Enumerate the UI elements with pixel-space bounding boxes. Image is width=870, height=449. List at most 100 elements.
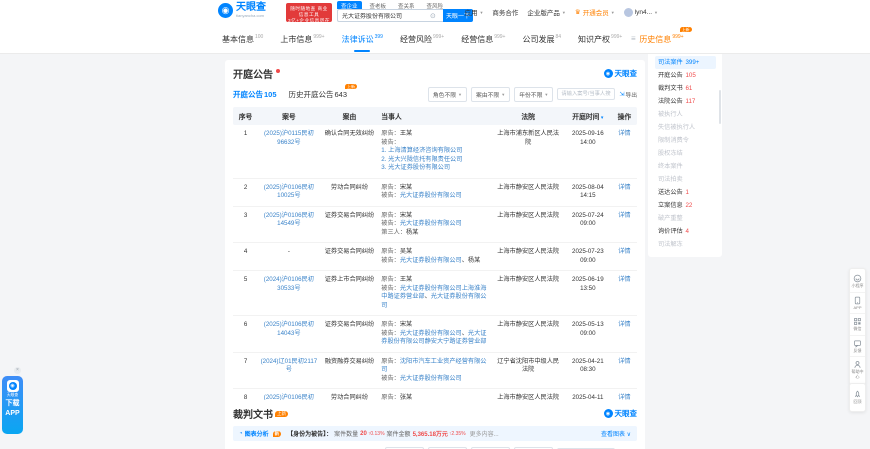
party-company-link[interactable]: 光大证券股份有限公司 — [400, 192, 462, 199]
party-line: 被告：光大证券股份有限公司 — [381, 192, 490, 201]
column-header-序号: 序号 — [238, 114, 253, 121]
party-role-label: 原告： — [381, 357, 400, 365]
party-company-link[interactable]: 光大证券股份有限公司 — [400, 220, 462, 227]
detail-link[interactable]: 详情 — [618, 248, 630, 255]
party-role-label: 被告： — [381, 256, 400, 264]
nav-item-商务合作[interactable]: 商务合作 — [492, 7, 518, 17]
promo-banner[interactable]: 随时随地查 商业信息工具 3亿+企业信息尽在掌握 — [286, 3, 332, 22]
case-cause: 确认合同无效纠纷 — [324, 130, 375, 137]
view-chart-link[interactable]: 查看图表 ∨ — [601, 429, 631, 438]
sidebar-item-司法案件[interactable]: 司法案件 399+ — [655, 56, 716, 69]
filter-search-input[interactable] — [557, 88, 616, 100]
detail-link[interactable]: 详情 — [618, 184, 630, 191]
export-button[interactable]: ⇲ 导出 — [619, 90, 637, 99]
tab-经营风险[interactable]: 经营风险999+ — [400, 26, 444, 53]
tab-label: 基本信息 — [222, 34, 254, 44]
toolbar-APP[interactable]: APP — [850, 293, 865, 314]
sidebar-item-立案信息[interactable]: 立案信息 22 — [655, 199, 716, 212]
tab-经营信息[interactable]: 经营信息999+ — [461, 26, 505, 53]
toolbar-微信[interactable]: 微信 — [850, 314, 865, 336]
scan-icon[interactable]: ⊙ — [430, 12, 436, 20]
sidebar-item-开庭公告[interactable]: 开庭公告 105 — [655, 69, 716, 82]
party-company-link[interactable]: 光大证券股份有限公司 — [400, 375, 462, 382]
table-row: 5 (2024)沪0106民初30533号 证券上市合同纠纷 原告：王某 被告：光大证券… — [233, 271, 637, 316]
party-line: 被告：光大证券股份有限公司上海淮海中路证券营业部、光大证券股份有限公司 — [381, 285, 490, 311]
party-company-link[interactable]: 3. 光大证券股份有限公司 — [381, 164, 450, 171]
detail-link[interactable]: 详情 — [618, 212, 630, 219]
search-tab-查老板[interactable]: 查老板 — [366, 1, 391, 10]
court-name: 上海市静安区人民法院 — [497, 211, 560, 219]
party-company-link[interactable]: 1. 上海清算经济咨询有限公司 — [381, 147, 462, 154]
sidebar-item-询价评估[interactable]: 询价评估 4 — [655, 225, 716, 238]
tab-上市信息[interactable]: 上市信息999+ — [280, 26, 324, 53]
detail-link[interactable]: 详情 — [618, 358, 630, 365]
nav-item-应用[interactable]: ▦ 应用 ▼ — [457, 7, 484, 18]
tab-法律诉讼[interactable]: 法律诉讼399 — [342, 26, 383, 53]
party-company-link[interactable]: 2. 光大兴陇信托有限责任公司 — [381, 156, 462, 163]
case-number: (2025)沪0106民初14043号 — [258, 316, 320, 352]
nav-item-企业版产品[interactable]: 企业版产品 ▼ — [527, 7, 565, 18]
search-tab-查关系[interactable]: 查关系 — [394, 1, 419, 10]
filter-年份不限[interactable]: 年份不限 ▼ — [514, 86, 554, 102]
tianyancha-logo[interactable]: ◉ 天眼查 tianyancha.com — [218, 3, 266, 18]
nav-item-开通会员[interactable]: ♛ 开通会员 ▼ — [575, 7, 615, 17]
sidebar-item-裁判文书[interactable]: 裁判文书 61 — [655, 82, 716, 95]
subtab-count: 105 — [264, 89, 277, 99]
tab-基本信息[interactable]: 基本信息100 — [222, 26, 263, 53]
row-index: 6 — [243, 321, 248, 328]
vip-icon: ♛ — [574, 9, 581, 16]
chart-analysis-link[interactable]: ◔ 图表分析 新 — [239, 429, 282, 438]
party-company-link[interactable]: 光大证券股份有限公司 — [400, 257, 462, 264]
sidebar-item-送达公告[interactable]: 送达公告 1 — [655, 186, 716, 199]
detail-link[interactable]: 详情 — [618, 276, 630, 283]
nav-item-label: 开通会员 — [582, 10, 609, 17]
nav-item-lyn4...[interactable]: lyn4... ▼ — [623, 7, 658, 17]
menu-icon[interactable]: ≡ — [631, 34, 636, 43]
app-download-card[interactable]: ◉ 天眼查 下载 APP — [2, 376, 23, 434]
case-number-link[interactable]: (2025)沪0106民初14549号 — [264, 212, 314, 228]
party-person: 吴某 — [399, 248, 413, 255]
tab-知识产权[interactable]: 知识产权999+ — [578, 26, 622, 53]
case-cause: 证券交易合同纠纷 — [324, 211, 375, 219]
filter-label: 角色不限 — [432, 92, 457, 99]
subtab-开庭公告[interactable]: 开庭公告105 — [233, 89, 277, 100]
detail-link[interactable]: 详情 — [618, 321, 630, 328]
back-to-top[interactable]: 回顶 — [849, 383, 866, 412]
toolbar-帮助中心[interactable]: 帮助中心 — [850, 357, 865, 382]
sidebar-scrollbar[interactable] — [719, 90, 721, 124]
case-number-link[interactable]: (2025)沪0106民初14043号 — [264, 321, 314, 337]
case-number-link[interactable]: (2024)辽01民初2117号 — [261, 358, 318, 374]
tab-历史信息[interactable]: 历史信息999+ 上新 — [639, 26, 692, 53]
page: ◉ 天眼查 tianyancha.com 随时随地查 商业信息工具 3亿+企业信… — [0, 0, 870, 449]
row-action: 详情 — [612, 271, 637, 315]
search-tab-查风险[interactable]: 查风险 — [423, 1, 448, 10]
sidebar-item-法院公告[interactable]: 法院公告 117 — [655, 95, 716, 108]
toolbar-小程序[interactable]: 小程序 — [850, 271, 865, 293]
toolbar-反馈[interactable]: 反馈 — [850, 336, 865, 357]
parties: 原告：王某 被告：光大证券股份有限公司上海淮海中路证券营业部、光大证券股份有限公司 — [379, 271, 492, 315]
search-tab-查企业[interactable]: 查企业 — [337, 1, 362, 10]
detail-link[interactable]: 详情 — [618, 130, 630, 137]
header-nav: ▦ 应用 ▼ 商务合作 企业版产品 ▼ ♛ 开通会员 ▼ lyn4... ▼ — [457, 7, 658, 17]
party-role-label: 被告： — [381, 329, 400, 337]
row-action: 详情 — [612, 243, 637, 270]
column-header-案号: 案号 — [282, 114, 296, 121]
tab-公司发展[interactable]: 公司发展84 — [522, 26, 561, 53]
sidebar-item-label: 限制消费令 — [658, 137, 689, 144]
case-number-link[interactable]: (2024)沪0106民初30533号 — [264, 276, 314, 292]
judgment-section: 裁判文书 上新 ◉ 天眼查 ◔ 图表分析 新 【身份为被告】： 案件数量 20 … — [225, 400, 645, 449]
toolbar-回顶[interactable]: 回顶 — [850, 387, 865, 408]
column-header-当事人: 当事人 — [381, 114, 402, 121]
case-number-link: - — [287, 248, 290, 255]
subtab-历史开庭公告[interactable]: 历史开庭公告643 上新 — [289, 83, 358, 100]
promo-line1: 随时随地查 商业信息工具 — [290, 6, 328, 17]
column-header-开庭时间[interactable]: 开庭时间 ▾ — [564, 107, 612, 125]
float-toolbar: 小程序 APP 微信 反馈 帮助中心 — [849, 268, 866, 385]
party-company-link[interactable]: 光大证券股份有限公司 — [400, 330, 462, 337]
case-number-link[interactable]: (2025)沪0106民初10025号 — [264, 184, 314, 200]
filter-角色不限[interactable]: 角色不限 ▼ — [427, 86, 468, 102]
filter-案由不限[interactable]: 案由不限▼ — [471, 86, 511, 102]
search-input[interactable] — [338, 12, 430, 19]
close-icon[interactable]: × — [14, 367, 21, 374]
case-number-link[interactable]: (2025)沪0115民初96632号 — [264, 130, 314, 146]
